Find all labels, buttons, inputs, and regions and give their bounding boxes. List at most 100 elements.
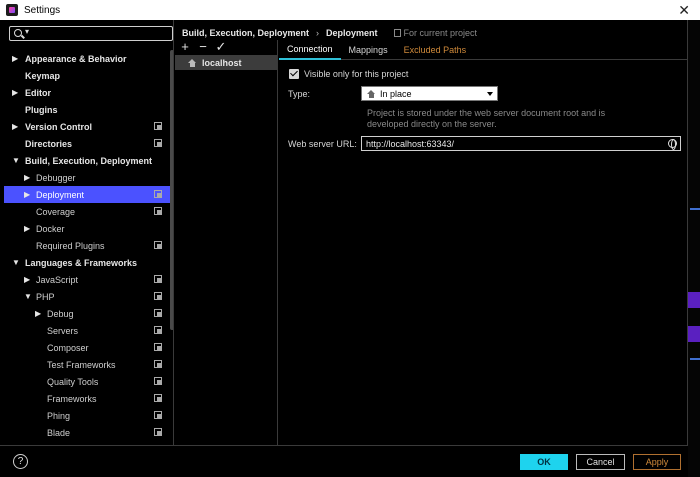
tree-item-label: Debugger	[36, 172, 76, 183]
dialog-footer: ? OK Cancel Apply	[0, 445, 688, 477]
tree-scrollbar[interactable]	[170, 50, 173, 330]
apply-button[interactable]: Apply	[633, 454, 681, 470]
chevron-right-icon[interactable]: ▶	[24, 190, 30, 199]
tree-item-label: PHP	[36, 291, 55, 302]
tree-item[interactable]: ▶ Version Control	[4, 118, 170, 135]
tree-item-label: Servers	[47, 325, 79, 336]
chevron-right-icon[interactable]: ▶	[35, 309, 41, 318]
project-scope-icon	[154, 241, 162, 249]
tree-item[interactable]: Required Plugins	[4, 237, 170, 254]
chevron-down-icon[interactable]: ▼	[24, 292, 32, 301]
title-bar: Settings ✕	[0, 0, 700, 20]
tree-item[interactable]: Blade	[4, 424, 170, 441]
type-dropdown[interactable]: In place	[361, 86, 498, 101]
set-default-button[interactable]: ✓	[215, 40, 227, 54]
tab-mappings[interactable]: Mappings	[341, 40, 396, 60]
tree-item[interactable]: Quality Tools	[4, 373, 170, 390]
scope-label: For current project	[403, 28, 478, 38]
search-icon	[14, 29, 22, 37]
tree-item[interactable]: Plugins	[4, 101, 170, 118]
type-label: Type:	[288, 89, 311, 99]
tree-item[interactable]: ▶ JavaScript	[4, 271, 170, 288]
tree-item[interactable]: ▼ Build, Execution, Deployment	[4, 152, 170, 169]
tab-excluded-paths[interactable]: Excluded Paths	[396, 40, 475, 60]
project-scope-icon	[154, 343, 162, 351]
breadcrumb-current: Deployment	[326, 28, 378, 38]
type-value: In place	[380, 88, 412, 99]
home-icon	[188, 58, 197, 67]
web-server-url-field[interactable]: http://localhost:63343/	[361, 136, 681, 151]
tree-item[interactable]: ▶ Appearance & Behavior	[4, 50, 170, 67]
ok-button[interactable]: OK	[520, 454, 568, 470]
chevron-right-icon[interactable]: ▶	[24, 275, 30, 284]
tree-item[interactable]: ▶ Docker	[4, 220, 170, 237]
tree-item[interactable]: Test Frameworks	[4, 356, 170, 373]
tree-item[interactable]: Phing	[4, 407, 170, 424]
chevron-down-icon	[487, 92, 493, 96]
add-server-button[interactable]: +	[179, 40, 191, 54]
chevron-right-icon[interactable]: ▶	[12, 122, 18, 131]
chevron-right-icon[interactable]: ▶	[12, 88, 18, 97]
tree-item[interactable]: Keymap	[4, 67, 170, 84]
app-icon	[6, 4, 18, 16]
project-scope-icon	[154, 309, 162, 317]
search-history-icon[interactable]: ▾	[25, 27, 29, 36]
project-scope-icon	[154, 411, 162, 419]
desktop-strip-line	[690, 208, 700, 210]
globe-icon[interactable]	[668, 139, 677, 150]
tree-item[interactable]: Frameworks	[4, 390, 170, 407]
tree-item-label: Frameworks	[47, 393, 97, 404]
breadcrumb-separator: ›	[316, 28, 320, 38]
search-input[interactable]: ▾	[9, 26, 173, 41]
tree-item-label: Appearance & Behavior	[25, 53, 127, 64]
tree-item-label: Debug	[47, 308, 74, 319]
close-icon[interactable]: ✕	[678, 2, 690, 19]
home-icon	[367, 89, 376, 98]
visible-only-checkbox[interactable]	[289, 69, 299, 79]
server-label: localhost	[202, 57, 242, 68]
tree-item-label: Languages & Frameworks	[25, 257, 138, 268]
settings-tree-panel: ▾ ▶ Appearance & Behavior Keymap ▶ Editor Plu…	[4, 20, 174, 445]
tree-item[interactable]: ▶ Debug	[4, 305, 170, 322]
chevron-down-icon[interactable]: ▼	[12, 156, 20, 165]
project-scope-icon	[393, 29, 401, 37]
project-scope-icon	[154, 122, 162, 130]
tree-item[interactable]: ▼ PHP	[4, 288, 170, 305]
tree-item-label: Plugins	[25, 104, 58, 115]
desktop-strip-line	[690, 358, 700, 360]
tree-item[interactable]: Servers	[4, 322, 170, 339]
url-label: Web server URL:	[288, 139, 357, 149]
tree-item-label: Composer	[47, 342, 89, 353]
remove-server-button[interactable]: −	[197, 40, 209, 54]
breadcrumb-parent[interactable]: Build, Execution, Deployment	[182, 28, 309, 38]
desktop-strip-bar	[688, 292, 700, 308]
tree-item-label: Editor	[25, 87, 51, 98]
tree-item-label: Docker	[36, 223, 65, 234]
project-scope-icon	[154, 207, 162, 215]
tree-item[interactable]: ▶ Editor	[4, 84, 170, 101]
tree-item[interactable]: Directories	[4, 135, 170, 152]
tree-item[interactable]: ▼ Languages & Frameworks	[4, 254, 170, 271]
cancel-button[interactable]: Cancel	[576, 454, 625, 470]
scope-note: For current project	[393, 28, 478, 38]
tree-item[interactable]: Coverage	[4, 203, 170, 220]
tree-item[interactable]: ▶ Deployment	[4, 186, 170, 203]
help-button[interactable]: ?	[13, 454, 28, 469]
chevron-down-icon[interactable]: ▼	[12, 258, 20, 267]
chevron-right-icon[interactable]: ▶	[24, 224, 30, 233]
server-item-localhost[interactable]: localhost	[175, 55, 277, 70]
chevron-right-icon[interactable]: ▶	[24, 173, 30, 182]
tree-item-label: Quality Tools	[47, 376, 99, 387]
tree-item-label: Test Frameworks	[47, 359, 116, 370]
visible-only-label[interactable]: Visible only for this project	[304, 69, 408, 79]
tree-item-label: Coverage	[36, 206, 76, 217]
window-title: Settings	[24, 4, 61, 16]
tab-connection[interactable]: Connection	[279, 40, 341, 60]
project-scope-icon	[154, 326, 162, 334]
tree-item[interactable]: Composer	[4, 339, 170, 356]
chevron-right-icon[interactable]: ▶	[12, 54, 18, 63]
project-scope-icon	[154, 292, 162, 300]
project-scope-icon	[154, 377, 162, 385]
tree-item[interactable]: ▶ Debugger	[4, 169, 170, 186]
breadcrumb: Build, Execution, Deployment › Deploymen…	[182, 26, 477, 40]
